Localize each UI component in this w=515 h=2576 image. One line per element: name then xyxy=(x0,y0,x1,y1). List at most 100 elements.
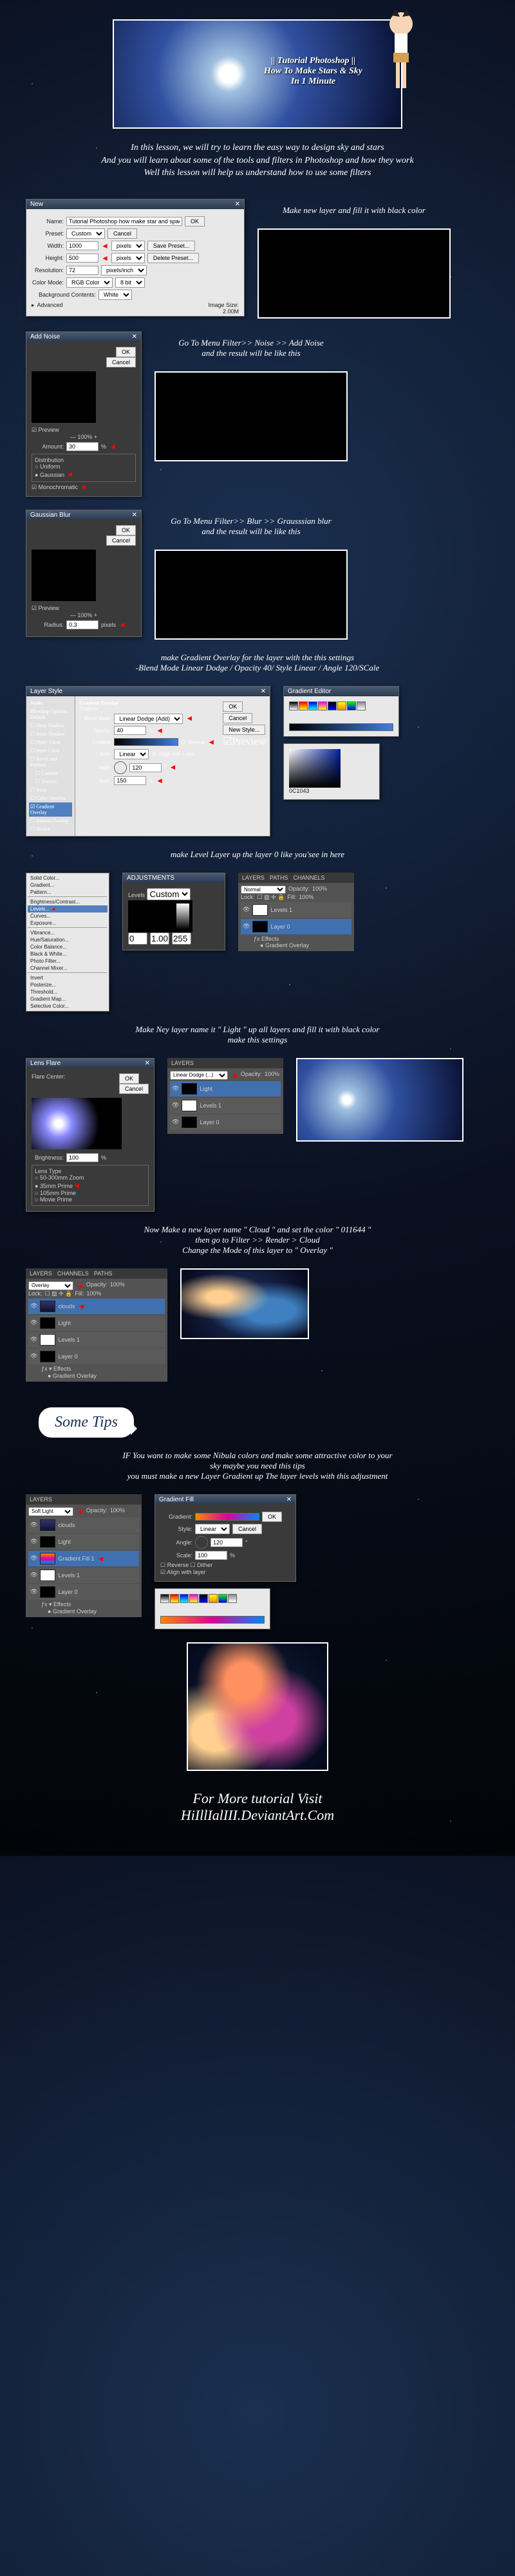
layer-item[interactable]: 👁clouds xyxy=(28,1517,139,1533)
ok-button[interactable]: OK xyxy=(262,1512,282,1522)
style-item-gradient-overlay[interactable]: Gradient Overlay xyxy=(30,804,54,815)
cancel-button[interactable]: Cancel xyxy=(106,357,136,367)
eye-icon[interactable]: 👁 xyxy=(172,1102,179,1109)
layer-item[interactable]: 👁Levels 1 xyxy=(28,1568,139,1583)
layer-item[interactable]: 👁Light xyxy=(28,1534,139,1550)
close-icon[interactable]: ✕ xyxy=(132,512,137,519)
ok-button[interactable]: OK xyxy=(116,525,136,535)
channels-tab[interactable]: CHANNELS xyxy=(294,875,325,881)
preview-check[interactable]: Preview xyxy=(39,427,59,433)
layer-item[interactable]: 👁Layer 0 xyxy=(170,1115,281,1130)
layer-item[interactable]: 👁Layer 0 xyxy=(28,1584,139,1600)
resolution-unit-select[interactable]: pixels/inch xyxy=(101,265,147,275)
eye-icon[interactable]: 👁 xyxy=(30,1336,37,1343)
lens-radio[interactable]: Movie Prime xyxy=(40,1196,72,1203)
scale-input[interactable] xyxy=(114,776,146,785)
scale-input[interactable] xyxy=(195,1551,227,1560)
levels-black-input[interactable] xyxy=(128,932,147,945)
style-item[interactable]: Blending Options: Default xyxy=(29,707,72,721)
layers-tab[interactable]: LAYERS xyxy=(30,1270,52,1277)
blend-mode-select[interactable]: Overlay xyxy=(28,1281,73,1290)
brightness-input[interactable] xyxy=(66,1153,98,1162)
layer-item[interactable]: 👁Gradient Fill 1◄ xyxy=(28,1551,139,1566)
eye-icon[interactable]: 👁 xyxy=(30,1571,37,1579)
style-item[interactable]: Pattern Overlay xyxy=(36,818,68,824)
close-icon[interactable]: ✕ xyxy=(132,333,137,340)
close-icon[interactable]: ✕ xyxy=(235,201,240,208)
levels-preset[interactable]: Custom xyxy=(147,888,191,900)
gradient-edit-bar[interactable] xyxy=(160,1616,265,1624)
eye-icon[interactable]: 👁 xyxy=(30,1302,37,1310)
eye-icon[interactable]: 👁 xyxy=(172,1085,179,1092)
radius-input[interactable] xyxy=(66,620,98,629)
lens-radio[interactable]: 50-300mm Zoom xyxy=(40,1174,84,1181)
layer-item[interactable]: 👁Layer 0 xyxy=(241,919,351,934)
layer-item[interactable]: 👁Levels 1 xyxy=(241,902,351,918)
save-preset-button[interactable]: Save Preset... xyxy=(147,241,196,251)
layer-item[interactable]: 👁Light xyxy=(28,1315,165,1331)
paths-tab[interactable]: PATHS xyxy=(94,1270,113,1277)
blend-select[interactable]: Linear Dodge (Add) xyxy=(114,714,183,724)
style-item[interactable]: Outer Glow xyxy=(36,739,61,745)
width-input[interactable] xyxy=(66,241,98,250)
delete-preset-button[interactable]: Delete Preset... xyxy=(147,253,199,263)
style-item[interactable]: Contour xyxy=(41,770,58,776)
angle-wheel-icon[interactable] xyxy=(195,1536,208,1549)
layer-item[interactable]: 👁Levels 1 xyxy=(170,1098,281,1113)
height-input[interactable] xyxy=(66,254,98,263)
cancel-button[interactable]: Cancel xyxy=(232,1524,262,1534)
adjustment-menu-item[interactable]: Levels... ◄ xyxy=(28,905,108,913)
blend-mode-select[interactable]: Soft Light xyxy=(28,1507,73,1516)
style-item[interactable]: Inner Shadow xyxy=(36,731,65,737)
height-unit-select[interactable]: pixels xyxy=(111,253,145,263)
resolution-input[interactable] xyxy=(66,266,98,275)
style-select[interactable]: Linear xyxy=(195,1524,230,1534)
adjustment-menu-item[interactable]: Gradient... xyxy=(28,882,108,889)
flare-preview[interactable] xyxy=(32,1098,122,1149)
angle-wheel-icon[interactable] xyxy=(114,761,127,774)
levels-mid-input[interactable] xyxy=(150,932,169,945)
cancel-button[interactable]: Cancel xyxy=(223,713,252,723)
amount-input[interactable] xyxy=(66,442,98,451)
adjustment-menu-item[interactable]: Solid Color... xyxy=(28,875,108,882)
ok-button[interactable]: OK xyxy=(223,701,243,712)
adjustment-menu-item[interactable]: Selective Color... xyxy=(28,1003,108,1010)
preview-check[interactable]: Preview xyxy=(39,605,59,611)
layers-tab[interactable]: LAYERS xyxy=(30,1496,52,1503)
blend-mode-select[interactable]: Linear Dodge (...) xyxy=(170,1071,228,1080)
adjustment-menu-item[interactable]: Exposure... xyxy=(28,920,108,927)
style-item[interactable]: Satin xyxy=(36,787,46,793)
adjustment-menu-item[interactable]: Brightness/Contrast... xyxy=(28,898,108,905)
levels-white-input[interactable] xyxy=(172,932,191,945)
close-icon[interactable]: ✕ xyxy=(145,1060,150,1067)
close-icon[interactable]: ✕ xyxy=(286,1496,292,1503)
cancel-button[interactable]: Cancel xyxy=(119,1084,149,1094)
adjustment-menu-item[interactable]: Posterize... xyxy=(28,981,108,988)
color-field[interactable] xyxy=(289,749,341,788)
layers-tab[interactable]: LAYERS xyxy=(171,1060,194,1066)
ok-button[interactable]: OK xyxy=(116,347,136,357)
eye-icon[interactable]: 👁 xyxy=(30,1538,37,1545)
eye-icon[interactable]: 👁 xyxy=(30,1588,37,1595)
channels-tab[interactable]: CHANNELS xyxy=(57,1270,89,1277)
bg-select[interactable]: White xyxy=(98,290,132,300)
eye-icon[interactable]: 👁 xyxy=(30,1521,37,1528)
adjustment-menu-item[interactable]: Hue/Saturation... xyxy=(28,936,108,943)
adjustment-menu-item[interactable]: Invert xyxy=(28,974,108,981)
style-item[interactable]: Drop Shadow xyxy=(36,723,64,728)
gradient-presets[interactable] xyxy=(160,1594,265,1603)
blend-mode-select[interactable]: Normal xyxy=(241,885,286,894)
adjustment-menu-item[interactable]: Vibrance... xyxy=(28,929,108,936)
adjustment-menu-item[interactable]: Color Balance... xyxy=(28,943,108,950)
width-unit-select[interactable]: pixels xyxy=(111,241,145,251)
angle-input[interactable] xyxy=(129,763,162,772)
style-item[interactable]: Texture xyxy=(41,779,57,784)
style-item[interactable]: Stroke xyxy=(36,826,50,832)
ok-button[interactable]: OK xyxy=(185,216,205,227)
close-icon[interactable]: ✕ xyxy=(261,688,266,695)
angle-input[interactable] xyxy=(211,1538,243,1547)
eye-icon[interactable]: 👁 xyxy=(243,906,250,913)
lens-radio[interactable]: 105mm Prime xyxy=(40,1190,76,1196)
eye-icon[interactable]: 👁 xyxy=(243,923,250,930)
monochromatic-check[interactable]: Monochromatic xyxy=(39,484,79,490)
